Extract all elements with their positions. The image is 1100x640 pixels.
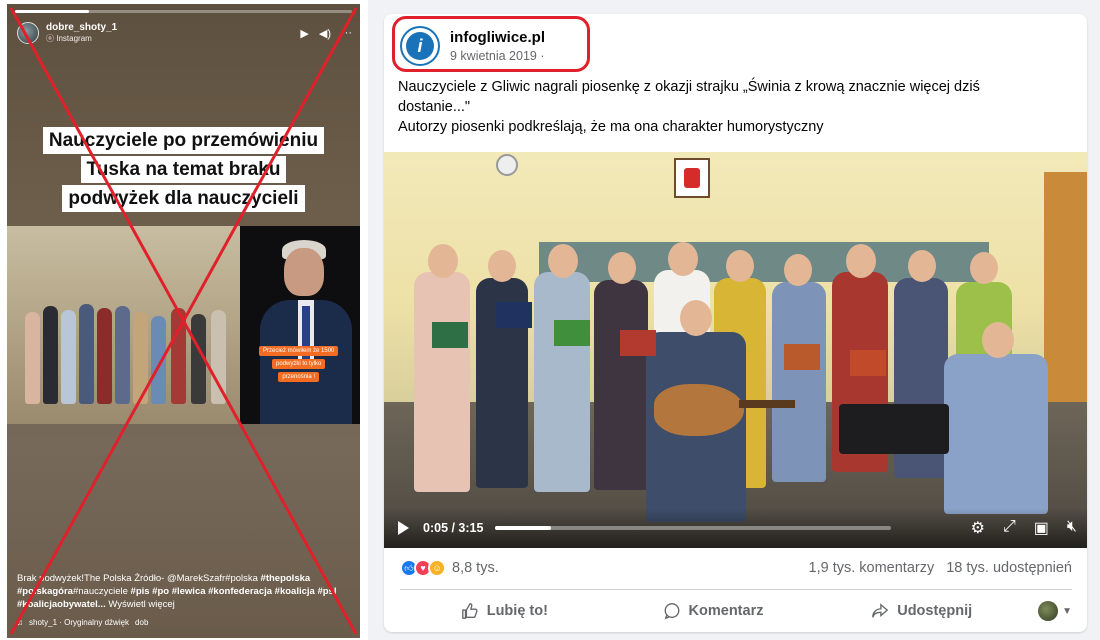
volume-icon[interactable]: ◀) [319, 27, 331, 40]
headline-line: Nauczyciele po przemówieniu [42, 127, 325, 154]
politician-photo [240, 226, 360, 424]
story-caption: Brak podwyżek!The Polska Źródło- @MarekS… [17, 573, 337, 610]
photo-label: przenośnia ! [278, 372, 320, 382]
facebook-post: i infogliwice.pl 9 kwietnia 2019 · Naucz… [384, 14, 1087, 632]
photo-label: Przecież mówiłem że 1500 [259, 346, 339, 356]
comment-icon [664, 603, 679, 620]
photo-label: podwyżki to tylko [272, 359, 326, 369]
pip-icon[interactable]: ▣ [1034, 518, 1049, 538]
video-controls: 0:05 / 3:15 ⚙ ⤢ ▣ 🔇︎ [384, 508, 1087, 548]
avatar[interactable] [17, 22, 39, 44]
instagram-story: dobre_shoty_1 ⓞ Instagram ▶ ◀) ··· Naucz… [7, 4, 360, 638]
video-time: 0:05 / 3:15 [423, 521, 484, 535]
headline-line: podwyżek dla nauczycieli [62, 185, 305, 212]
headline-line: Tuska na temat braku [80, 156, 287, 183]
haha-reaction-icon: ☺ [428, 559, 446, 577]
post-text: Nauczyciele z Gliwic nagrali piosenkę z … [398, 79, 980, 135]
video-progress[interactable] [495, 526, 892, 530]
comments-count[interactable]: 1,9 tys. komentarzy [809, 560, 935, 576]
audio-label: shoty_1 · Oryginalny dźwięk [29, 618, 130, 627]
play-icon[interactable]: ▶ [300, 27, 308, 40]
video-player[interactable]: 0:05 / 3:15 ⚙ ⤢ ▣ 🔇︎ [384, 152, 1087, 548]
reactions[interactable]: 👍︎ ♥ ☺ [400, 559, 446, 577]
story-header: dobre_shoty_1 ⓞ Instagram ▶ ◀) ··· [17, 18, 352, 48]
shares-count[interactable]: 18 tys. udostępnień [946, 560, 1072, 576]
divider [400, 589, 1072, 590]
page-avatar[interactable]: i [400, 26, 440, 66]
like-label: Lubię to! [486, 603, 548, 619]
page-name[interactable]: infogliwice.pl [450, 29, 545, 46]
see-more-link[interactable]: Wyświetl więcej [106, 599, 174, 610]
story-photo [7, 226, 360, 424]
page-logo-icon: i [406, 32, 434, 60]
story-source: ⓞ Instagram [46, 34, 92, 43]
share-button[interactable]: Udostępnij [817, 602, 1026, 620]
chevron-down-icon: ▼ [1062, 605, 1073, 617]
audio-info[interactable]: ♫ shoty_1 · Oryginalny dźwięk dob [17, 618, 148, 627]
story-username[interactable]: dobre_shoty_1 [46, 22, 117, 33]
share-icon [872, 603, 889, 618]
gear-icon[interactable]: ⚙ [971, 518, 985, 538]
share-label: Udostępnij [897, 603, 973, 619]
music-icon: ♫ [17, 618, 23, 627]
post-header: i infogliwice.pl 9 kwietnia 2019 · [400, 26, 545, 66]
post-actions: Lubię to! Komentarz Udostępnij ▼ [400, 594, 1072, 628]
thumbs-up-icon [461, 603, 478, 619]
post-date[interactable]: 9 kwietnia 2019 · [450, 49, 545, 63]
avatar [1038, 601, 1059, 621]
comment-label: Komentarz [688, 603, 764, 619]
play-icon[interactable] [398, 521, 409, 535]
like-button[interactable]: Lubię to! [400, 602, 609, 620]
mute-icon[interactable]: 🔇︎ [1067, 518, 1077, 538]
more-icon[interactable]: ··· [341, 27, 352, 40]
audience-selector[interactable]: ▼ [1026, 601, 1072, 621]
comment-button[interactable]: Komentarz [609, 602, 818, 620]
post-stats: 👍︎ ♥ ☺ 8,8 tys. 1,9 tys. komentarzy 18 t… [400, 556, 1072, 580]
clock-icon [496, 154, 518, 176]
emblem-icon [674, 158, 710, 198]
photo-labels: Przecież mówiłem że 1500 podwyżki to tyl… [259, 346, 339, 382]
audio-extra: dob [135, 618, 149, 627]
fullscreen-icon[interactable]: ⤢ [1003, 518, 1016, 538]
story-headline: Nauczyciele po przemówieniu Tuska na tem… [27, 126, 340, 213]
story-progress-bar [15, 10, 352, 13]
reactions-count[interactable]: 8,8 tys. [452, 560, 499, 576]
